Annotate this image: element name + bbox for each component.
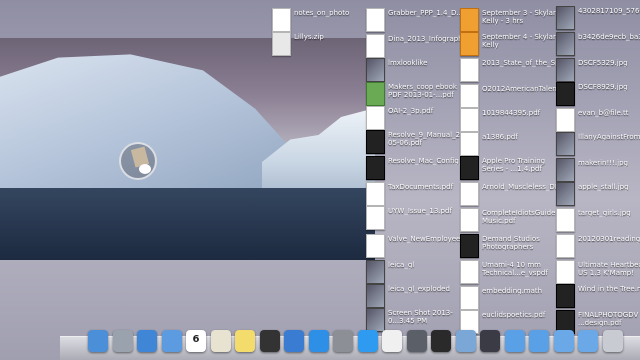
calendar-icon[interactable]: 6 — [186, 330, 206, 352]
pdf-icon — [460, 84, 479, 108]
pdf-icon — [460, 234, 479, 258]
desktop-file[interactable]: UYW_Issue_13.pdf — [366, 204, 466, 234]
pdf-icon — [460, 58, 479, 82]
iceberg-photo — [0, 38, 375, 260]
sea — [0, 188, 375, 260]
folder-icon[interactable] — [529, 330, 549, 352]
notes-icon[interactable] — [235, 330, 255, 352]
trash-icon[interactable] — [602, 330, 623, 352]
image-icon — [556, 234, 575, 258]
pdf-icon — [366, 34, 385, 58]
pdf-icon — [460, 108, 479, 132]
pdf-icon — [460, 132, 479, 156]
pdf-icon — [366, 82, 385, 106]
messages-icon[interactable] — [357, 330, 378, 352]
documents-icon[interactable] — [553, 330, 574, 352]
orange-doc-icon — [460, 32, 479, 56]
pdf-icon — [366, 130, 385, 154]
zip-icon — [272, 32, 291, 56]
folder-icon[interactable] — [504, 330, 525, 352]
system-preferences-icon[interactable] — [333, 330, 353, 352]
image-icon — [556, 182, 575, 206]
pdf-icon — [366, 8, 385, 32]
image-icon — [366, 58, 385, 82]
document-icon — [460, 286, 479, 310]
image-icon — [556, 132, 575, 156]
cursor-icon — [139, 164, 151, 174]
pdf-icon — [460, 156, 479, 180]
image-icon — [556, 82, 575, 106]
quicktime-icon[interactable] — [480, 330, 500, 352]
image-icon — [556, 6, 575, 30]
pdf-icon — [460, 260, 479, 284]
safari-icon[interactable] — [137, 330, 157, 352]
image-icon — [366, 260, 385, 284]
document-icon — [272, 8, 291, 32]
iceberg-right — [262, 108, 375, 198]
downloads-icon[interactable] — [578, 330, 598, 352]
itunes-icon[interactable] — [284, 330, 304, 352]
pdf-icon — [366, 182, 385, 206]
pdf-icon — [460, 182, 479, 206]
pdf-icon — [366, 206, 385, 230]
pdf-icon — [460, 208, 479, 232]
desktop: notes_on_photo Lillys.zip Grabber_PPP_1.… — [0, 0, 640, 360]
finder-icon[interactable] — [88, 330, 108, 352]
launchpad-icon[interactable] — [112, 330, 133, 352]
reminders-icon[interactable] — [210, 330, 231, 352]
desktop-file[interactable]: Lillys.zip — [272, 30, 372, 60]
pdf-icon — [366, 156, 385, 180]
iceberg-left — [0, 54, 290, 208]
image-icon — [556, 58, 575, 82]
pages-icon[interactable] — [382, 330, 402, 352]
photo-booth-icon[interactable] — [259, 330, 280, 352]
image-icon — [556, 158, 575, 182]
image-icon — [366, 284, 385, 308]
mail-icon[interactable] — [161, 330, 182, 352]
audio-icon — [556, 284, 575, 308]
terminal-icon[interactable] — [431, 330, 451, 352]
keynote-icon[interactable] — [406, 330, 427, 352]
document-icon — [556, 108, 575, 132]
image-icon — [556, 208, 575, 232]
app-store-icon[interactable] — [308, 330, 329, 352]
document-icon — [556, 260, 575, 284]
image-icon — [556, 32, 575, 56]
pdf-icon — [366, 106, 385, 130]
calendar-day: 6 — [192, 334, 200, 345]
preview-icon[interactable] — [455, 330, 476, 352]
orange-doc-icon — [460, 8, 479, 32]
image-icon — [366, 308, 385, 332]
pdf-icon — [366, 234, 385, 258]
drag-indicator — [119, 142, 157, 180]
